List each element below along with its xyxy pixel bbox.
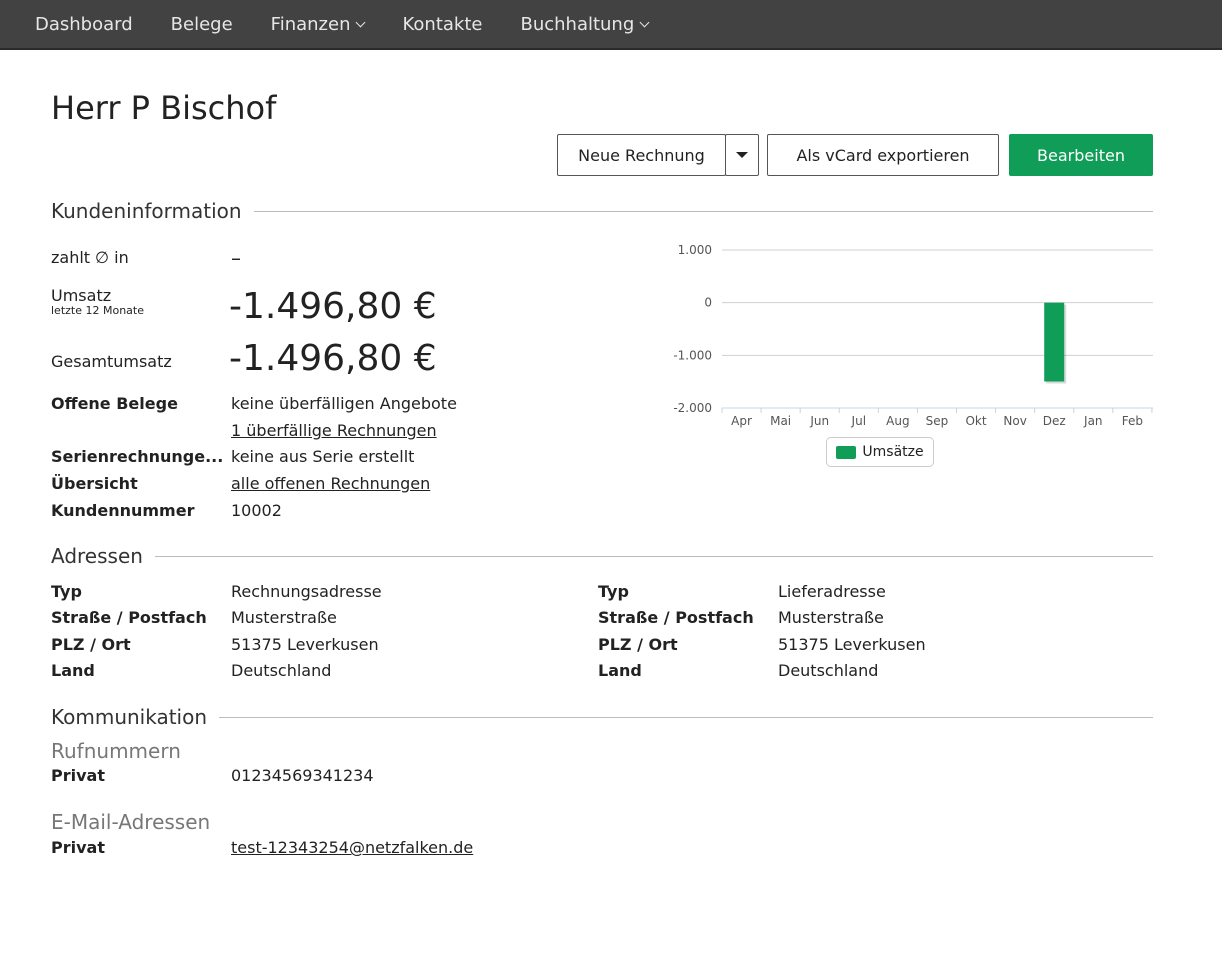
x-tick-label: Jul (851, 414, 866, 428)
new-invoice-dropdown-toggle[interactable] (725, 134, 759, 176)
address-street-label: Straße / Postfach (598, 608, 754, 627)
section-customer-info: Kundeninformation (51, 199, 1153, 223)
y-tick-label: -2.000 (673, 401, 712, 415)
address-type-value: Lieferadresse (778, 582, 886, 601)
revenue-label-text: Umsatz (51, 286, 112, 305)
total-revenue-label: Gesamtumsatz (51, 352, 172, 371)
chart-legend[interactable]: Umsätze (826, 437, 934, 467)
nav-label: Dashboard (35, 13, 133, 35)
phone-label: Privat (51, 766, 105, 785)
address-country-value: Deutschland (231, 661, 332, 680)
nav-kontakte[interactable]: Kontakte (402, 14, 482, 35)
nav-buchhaltung[interactable]: Buchhaltung (520, 13, 650, 35)
address-street-value: Musterstraße (778, 608, 884, 627)
section-title: Kundeninformation (51, 199, 242, 223)
pays-value: – (231, 246, 241, 270)
email-label: Privat (51, 838, 105, 857)
open-offers-value: keine überfälligen Angebote (231, 394, 457, 413)
emails-heading: E-Mail-Adressen (51, 810, 211, 834)
x-tick-label: Mai (770, 414, 791, 428)
total-revenue-value: -1.496,80 € (229, 338, 437, 379)
x-tick-label: Apr (731, 414, 752, 428)
y-tick-label: 1.000 (678, 243, 712, 257)
address-street-value: Musterstraße (231, 608, 337, 627)
address-street-label: Straße / Postfach (51, 608, 207, 627)
address-city-value: 51375 Leverkusen (231, 635, 379, 654)
open-invoices-link[interactable]: alle offenen Rechnungen (231, 474, 430, 493)
phones-heading: Rufnummern (51, 739, 181, 763)
edit-button[interactable]: Bearbeiten (1009, 134, 1153, 176)
address-city-label: PLZ / Ort (598, 635, 678, 654)
nav-finanzen[interactable]: Finanzen (270, 13, 366, 35)
x-tick-label: Okt (965, 414, 986, 428)
x-tick-label: Nov (1003, 414, 1026, 428)
section-title: Adressen (51, 544, 143, 568)
address-city-label: PLZ / Ort (51, 635, 131, 654)
x-tick-label: Sep (926, 414, 949, 428)
pays-label: zahlt ∅ in (51, 248, 129, 267)
nav-label: Kontakte (402, 13, 483, 35)
caret-down-icon (736, 152, 748, 158)
address-country-label: Land (598, 661, 642, 680)
bar (1044, 302, 1065, 382)
legend-label: Umsätze (862, 444, 924, 460)
overdue-invoices-link[interactable]: 1 überfällige Rechnungen (231, 421, 437, 440)
x-tick-label: Jun (809, 414, 829, 428)
address-type-label: Typ (598, 582, 629, 601)
page-title: Herr P Bischof (51, 89, 277, 127)
phone-value: 01234569341234 (231, 766, 374, 785)
revenue-value: -1.496,80 € (229, 286, 437, 327)
x-tick-label: Jan (1083, 414, 1103, 428)
y-tick-label: 0 (704, 296, 712, 310)
nav-dashboard[interactable]: Dashboard (35, 14, 133, 35)
nav-label: Finanzen (270, 13, 351, 35)
revenue-sublabel: letzte 12 Monate (51, 304, 144, 317)
address-country-value: Deutschland (778, 661, 879, 680)
top-navbar: Dashboard Belege Finanzen Kontakte Buchh… (0, 0, 1222, 50)
x-tick-label: Dez (1043, 414, 1066, 428)
customer-number-value: 10002 (231, 501, 282, 520)
y-tick-label: -1.000 (673, 348, 712, 362)
section-addresses: Adressen (51, 544, 1153, 568)
address-country-label: Land (51, 661, 95, 680)
email-link[interactable]: test-12343254@netzfalken.de (231, 838, 473, 857)
nav-label: Buchhaltung (520, 13, 635, 35)
customer-number-label: Kundennummer (51, 501, 195, 520)
divider (253, 210, 1153, 212)
new-invoice-button[interactable]: Neue Rechnung (557, 134, 726, 176)
address-type-value: Rechnungsadresse (231, 582, 382, 601)
section-communication: Kommunikation (51, 705, 1153, 729)
revenue-label: Umsatz letzte 12 Monate (51, 286, 144, 318)
divider (219, 716, 1153, 718)
revenue-chart: 1.000 0 -1.000 -2.000 Apr Mai Jun Jul Aug Sep Okt N… (673, 243, 1153, 428)
section-title: Kommunikation (51, 705, 208, 729)
nav-belege[interactable]: Belege (171, 14, 233, 35)
open-docs-label: Offene Belege (51, 394, 178, 413)
legend-swatch (836, 445, 857, 459)
x-tick-label: Feb (1122, 414, 1143, 428)
overview-label: Übersicht (51, 474, 138, 493)
divider (154, 555, 1153, 557)
serial-invoices-label: Serienrechnunge... (51, 447, 224, 466)
x-tick-label: Aug (886, 414, 909, 428)
address-city-value: 51375 Leverkusen (778, 635, 926, 654)
chevron-down-icon (356, 17, 366, 27)
export-vcard-button[interactable]: Als vCard exportieren (767, 134, 999, 176)
chevron-down-icon (639, 17, 650, 27)
nav-label: Belege (170, 13, 233, 35)
serial-invoices-value: keine aus Serie erstellt (231, 447, 415, 466)
address-type-label: Typ (51, 582, 82, 601)
